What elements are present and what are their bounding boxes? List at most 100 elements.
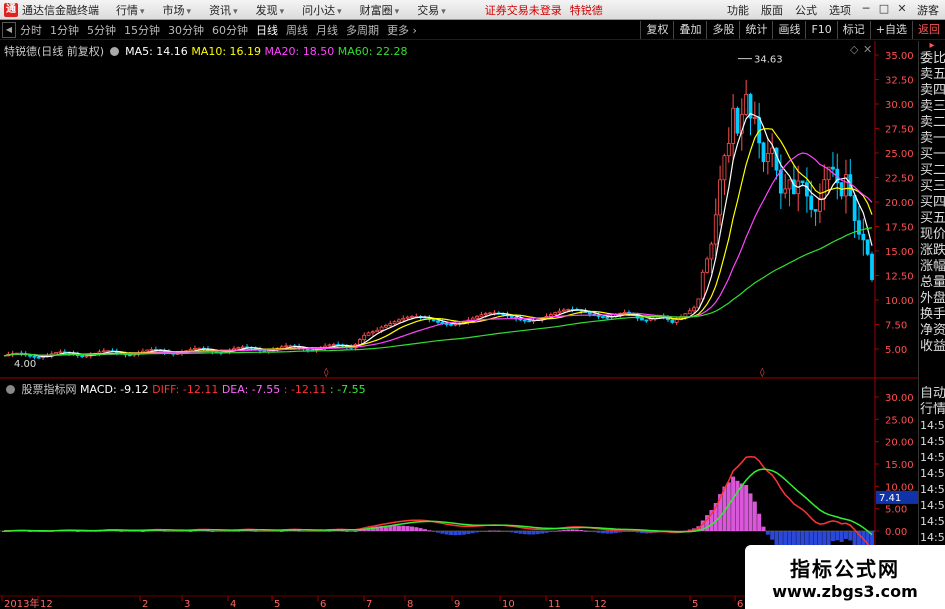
candle-body — [370, 331, 375, 334]
date-tick-label: 12 — [594, 599, 607, 609]
candle-body — [401, 317, 406, 321]
menu-ask-xiaoda[interactable]: 问小达 ▾ — [293, 2, 351, 18]
draw-line-button[interactable]: 画线 — [772, 20, 805, 39]
trade-time: 14:50 — [920, 531, 945, 544]
candle-body — [557, 310, 562, 314]
macd-bar — [466, 531, 471, 535]
candle-body — [605, 316, 610, 319]
mark-button[interactable]: 标记 — [836, 20, 870, 39]
guest-user[interactable]: 游客 — [911, 2, 945, 18]
macd-bar — [318, 531, 323, 532]
menu-formula[interactable]: 公式 — [789, 2, 823, 18]
candle-body — [101, 350, 106, 353]
high-price-label: 34.63 — [754, 55, 783, 66]
value-2: : -7.55 — [329, 383, 366, 396]
period-tab-15min[interactable]: 15分钟 — [120, 22, 164, 38]
quote-field-label: 涨幅 — [920, 259, 945, 274]
menu-trade[interactable]: 交易 ▾ — [408, 2, 455, 18]
macd-bar — [770, 531, 775, 540]
settings-icon[interactable] — [109, 47, 119, 56]
price-tick-label: 7.50 — [885, 321, 907, 332]
statistics-button[interactable]: 统计 — [739, 20, 772, 39]
candle-body — [106, 350, 111, 353]
menu-function[interactable]: 功能 — [721, 2, 755, 18]
overlay-button[interactable]: 叠加 — [673, 20, 706, 39]
event-marker-icon[interactable]: ◊ — [760, 367, 765, 378]
quote-field-label: 外盘 — [920, 291, 945, 306]
period-tab-1min[interactable]: 1分钟 — [46, 22, 83, 38]
candle-body — [405, 316, 410, 319]
quotes-label[interactable]: 行情 — [919, 402, 945, 418]
macd-bar — [735, 480, 740, 531]
period-tab-multi[interactable]: 多周期 — [342, 22, 383, 38]
menu-quotes[interactable]: 行情 ▾ — [107, 2, 154, 18]
add-watchlist-button[interactable]: +自选 — [869, 20, 912, 39]
price-tick-label: 12.50 — [885, 272, 914, 283]
menu-wealth-circle[interactable]: 财富圈 ▾ — [351, 2, 409, 18]
trade-time: 14:50 — [920, 451, 945, 464]
period-tab-60min[interactable]: 60分钟 — [208, 22, 252, 38]
adjust-button[interactable]: 复权 — [640, 20, 673, 39]
f10-button[interactable]: F10 — [805, 20, 836, 39]
candle-body — [726, 143, 731, 157]
macd-bar — [496, 530, 501, 532]
stock-name-notice[interactable]: 特锐德 — [570, 2, 603, 18]
trade-login-notice[interactable]: 证券交易未登录 — [485, 2, 562, 18]
minimize-icon[interactable]: ─ — [857, 2, 875, 18]
indicator-icon[interactable] — [6, 385, 15, 394]
period-tab-more[interactable]: 更多 › — [383, 22, 421, 38]
chevron-down-icon: ▾ — [140, 6, 145, 17]
candle-body — [700, 271, 705, 300]
candle-body — [861, 233, 866, 241]
close-icon[interactable]: ✕ — [893, 2, 911, 18]
macd-bar — [574, 529, 579, 531]
candle-body — [431, 318, 436, 322]
macd-bar — [839, 531, 844, 542]
macd-tick-label: 25.00 — [885, 415, 914, 426]
quote-field-label: 委比 — [920, 51, 945, 66]
app-logo-icon: 通 — [4, 2, 18, 17]
scroll-left-icon[interactable]: ◀ — [2, 21, 16, 38]
period-tab-30min[interactable]: 30分钟 — [164, 22, 208, 38]
macd-bar — [431, 531, 436, 532]
chevron-down-icon: ▾ — [441, 6, 446, 17]
date-tick-label: 6 — [320, 599, 326, 609]
restore-icon[interactable]: □ — [875, 2, 893, 18]
candle-body — [84, 355, 89, 358]
macd-bar — [557, 530, 562, 532]
stock-title[interactable]: 特锐德(日线 前复权) — [4, 45, 104, 58]
close-panel-icon[interactable]: ✕ — [863, 43, 872, 56]
candle-body — [379, 326, 384, 331]
period-tab-monthly[interactable]: 月线 — [312, 22, 342, 38]
candle-body — [362, 334, 367, 340]
candle-body — [805, 182, 809, 197]
period-tab-daily[interactable]: 日线 — [252, 22, 282, 38]
back-button[interactable]: 返回 — [912, 20, 945, 39]
collapse-icon[interactable]: ▸ — [919, 41, 945, 51]
macd-bar — [596, 531, 601, 533]
auto-label[interactable]: 自动 — [919, 386, 945, 402]
macd-bar — [344, 530, 349, 532]
period-tab-5min[interactable]: 5分钟 — [83, 22, 120, 38]
menu-market[interactable]: 市场 ▾ — [154, 2, 201, 18]
period-tab-intraday[interactable]: 分时 — [16, 22, 46, 38]
event-marker-icon[interactable]: ◊ — [324, 367, 329, 378]
indicator-title[interactable]: 股票指标网 — [22, 383, 77, 396]
macd-bar — [570, 529, 575, 531]
quote-field-label: 现价 — [920, 227, 945, 242]
macd-bar — [188, 530, 193, 532]
candle-body — [397, 319, 401, 323]
menu-discover[interactable]: 发现 ▾ — [247, 2, 294, 18]
macd-tick-label: 20.00 — [885, 438, 914, 449]
macd-bar — [830, 531, 835, 542]
multi-stock-button[interactable]: 多股 — [706, 20, 739, 39]
macd-bar — [757, 513, 762, 531]
macd-bar — [275, 531, 280, 532]
kline-chart[interactable]: 35.0032.5030.0027.5025.0022.5020.0017.50… — [0, 41, 918, 609]
menu-news[interactable]: 资讯 ▾ — [200, 2, 247, 18]
minimize-panel-icon[interactable]: ◇ — [850, 43, 859, 56]
menu-layout[interactable]: 版面 — [755, 2, 789, 18]
period-tab-weekly[interactable]: 周线 — [282, 22, 312, 38]
date-tick-label: 3 — [184, 599, 190, 609]
menu-options[interactable]: 选项 — [823, 2, 857, 18]
